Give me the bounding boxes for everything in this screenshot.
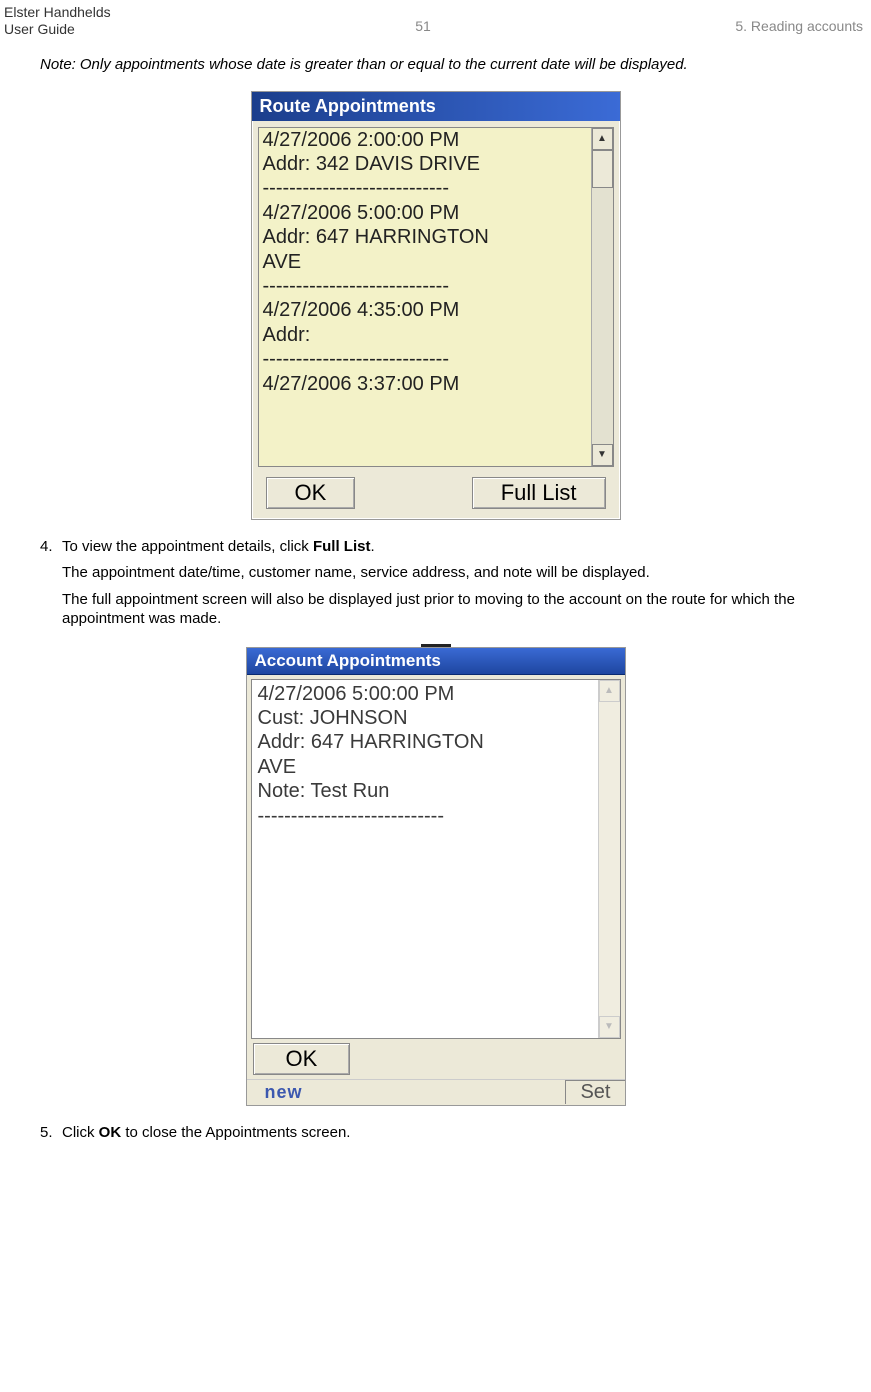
step-5: 5. Click OK to close the Appointments sc… xyxy=(40,1124,831,1151)
doc-title-2: User Guide xyxy=(4,21,111,38)
screenshot-2-wrap: Account Appointments 4/27/2006 5:00:00 P… xyxy=(40,647,831,1106)
partial-new-text: new xyxy=(265,1082,303,1103)
partial-row: new Set xyxy=(247,1079,625,1105)
partial-set-button: Set xyxy=(565,1080,624,1104)
scroll-down-icon[interactable]: ▼ xyxy=(592,444,613,466)
route-appointments-window: Route Appointments 4/27/2006 2:00:00 PM … xyxy=(251,91,621,520)
note-label: Note: xyxy=(40,56,76,73)
step-4: 4. To view the appointment details, clic… xyxy=(40,538,831,637)
window-titlebar-2: Account Appointments xyxy=(247,648,625,675)
vertical-scrollbar-2[interactable]: ▲ ▼ xyxy=(598,680,620,1038)
chapter-title: 5. Reading accounts xyxy=(735,4,863,34)
account-appointments-window: Account Appointments 4/27/2006 5:00:00 P… xyxy=(246,647,626,1106)
step-4-number: 4. xyxy=(40,538,62,637)
appointments-listbox[interactable]: 4/27/2006 2:00:00 PM Addr: 342 DAVIS DRI… xyxy=(258,127,614,467)
note-block: Note: Only appointments whose date is gr… xyxy=(40,56,831,73)
note-text: Only appointments whose date is greater … xyxy=(80,56,688,73)
account-list-content: 4/27/2006 5:00:00 PM Cust: JOHNSON Addr:… xyxy=(252,680,598,1038)
step-5-text-c: to close the Appointments screen. xyxy=(121,1124,350,1141)
page-number: 51 xyxy=(415,4,431,34)
page-header: Elster Handhelds User Guide 51 5. Readin… xyxy=(0,0,871,38)
full-list-bold: Full List xyxy=(313,538,371,555)
step-4-para2: The appointment date/time, customer name… xyxy=(62,564,831,583)
step-5-line1: Click OK to close the Appointments scree… xyxy=(62,1124,831,1143)
account-listbox[interactable]: 4/27/2006 5:00:00 PM Cust: JOHNSON Addr:… xyxy=(251,679,621,1039)
ok-button-2[interactable]: OK xyxy=(253,1043,351,1075)
scroll-track[interactable] xyxy=(592,150,613,444)
header-left: Elster Handhelds User Guide xyxy=(4,4,111,38)
window-titlebar: Route Appointments xyxy=(252,92,620,121)
step-4-para3: The full appointment screen will also be… xyxy=(62,591,831,629)
scroll-thumb[interactable] xyxy=(592,150,613,188)
step-4-body: To view the appointment details, click F… xyxy=(62,538,831,637)
button-row: OK Full List xyxy=(252,473,620,519)
step-4-line1: To view the appointment details, click F… xyxy=(62,538,831,557)
step-4-text-c: . xyxy=(370,538,374,555)
full-list-button[interactable]: Full List xyxy=(472,477,606,509)
step-4-text-a: To view the appointment details, click xyxy=(62,538,313,555)
step-5-number: 5. xyxy=(40,1124,62,1151)
scroll-down-icon-2[interactable]: ▼ xyxy=(599,1016,620,1038)
screenshot-1-wrap: Route Appointments 4/27/2006 2:00:00 PM … xyxy=(40,91,831,520)
bottom-row-2: OK xyxy=(247,1043,625,1079)
ok-button[interactable]: OK xyxy=(266,477,356,509)
appointments-list-content: 4/27/2006 2:00:00 PM Addr: 342 DAVIS DRI… xyxy=(259,128,591,466)
step-5-text-a: Click xyxy=(62,1124,99,1141)
page-content: Note: Only appointments whose date is gr… xyxy=(0,38,871,1169)
vertical-scrollbar[interactable]: ▲ ▼ xyxy=(591,128,613,466)
scroll-up-icon-2[interactable]: ▲ xyxy=(599,680,620,702)
scroll-track-2[interactable] xyxy=(599,702,620,1016)
doc-title-1: Elster Handhelds xyxy=(4,4,111,21)
scroll-up-icon[interactable]: ▲ xyxy=(592,128,613,150)
ok-bold: OK xyxy=(99,1124,122,1141)
step-5-body: Click OK to close the Appointments scree… xyxy=(62,1124,831,1151)
